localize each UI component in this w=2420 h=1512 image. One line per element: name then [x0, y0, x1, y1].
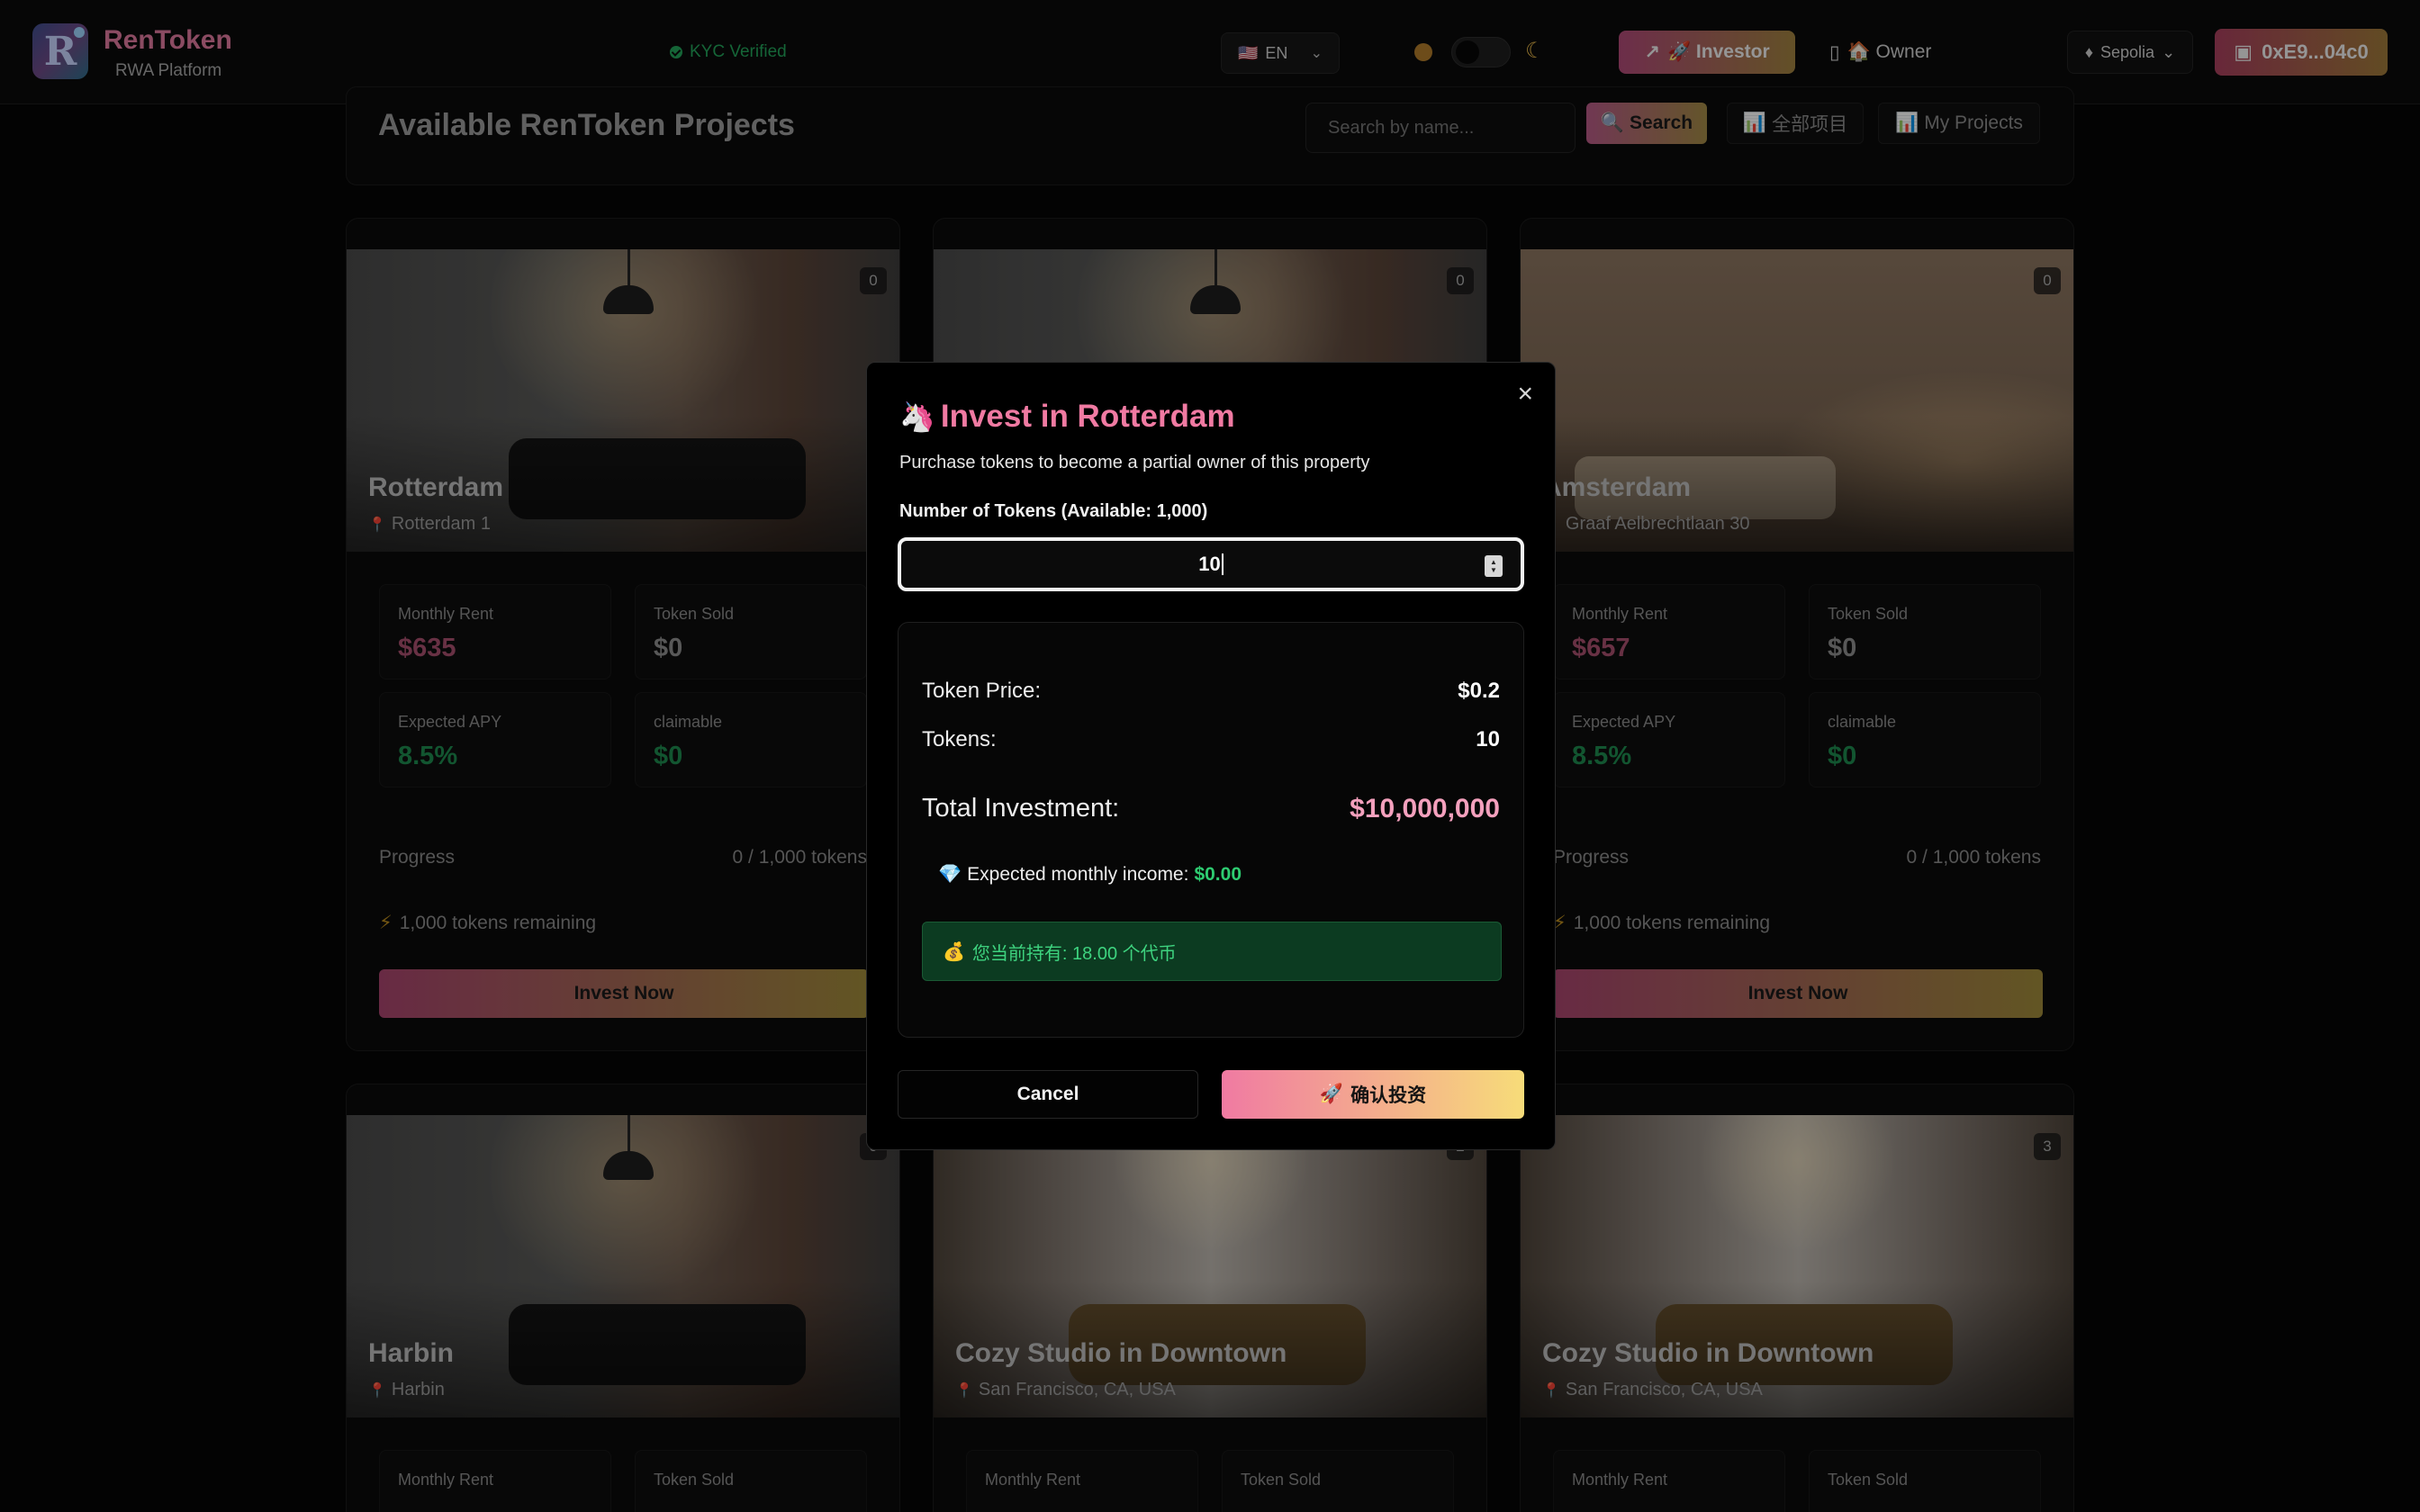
token-quantity-value: 10 [1198, 553, 1221, 575]
investment-summary: Token Price: $0.2 Tokens: 10 Total Inves… [898, 622, 1524, 1038]
confirm-label: 确认投资 [1350, 1085, 1427, 1106]
total-row: Total Investment: $10,000,000 [922, 794, 1500, 824]
total-value: $10,000,000 [1350, 794, 1500, 824]
money-bag-icon: 💰 [943, 941, 965, 962]
token-quantity-input[interactable]: 10 ▲ ▼ [898, 537, 1524, 591]
holding-label: 您当前持有: 18.00 个代币 [971, 943, 1177, 964]
number-stepper[interactable]: ▲ ▼ [1485, 555, 1503, 577]
rocket-icon: 🚀 [1319, 1084, 1344, 1104]
confirm-invest-button[interactable]: 🚀 确认投资 [1222, 1070, 1524, 1119]
gem-icon: 💎 [938, 864, 962, 885]
unicorn-icon: 🦄 [899, 400, 935, 433]
token-price-row: Token Price: $0.2 [922, 679, 1500, 704]
total-label: Total Investment: [922, 794, 1120, 823]
close-icon[interactable]: × [1517, 381, 1533, 408]
text-caret [1221, 554, 1224, 575]
expected-income: 💎 Expected monthly income: $0.00 [938, 864, 1242, 886]
token-price-value: $0.2 [1458, 679, 1500, 703]
modal-subtitle: Purchase tokens to become a partial owne… [899, 453, 1370, 472]
modal-title-label: Invest in Rotterdam [940, 399, 1235, 434]
modal-title: 🦄 Invest in Rotterdam [899, 399, 1235, 435]
token-quantity-label: Number of Tokens (Available: 1,000) [899, 501, 1208, 521]
tokens-row: Tokens: 10 [922, 727, 1500, 752]
current-holding: 💰 您当前持有: 18.00 个代币 [922, 922, 1502, 981]
income-label: Expected monthly income: [967, 864, 1189, 885]
token-price-label: Token Price: [922, 679, 1042, 703]
income-value: $0.00 [1194, 864, 1242, 885]
invest-modal: × 🦄 Invest in Rotterdam Purchase tokens … [866, 362, 1556, 1150]
tokens-value: 10 [1476, 727, 1500, 752]
tokens-label: Tokens: [922, 727, 997, 752]
cancel-button[interactable]: Cancel [898, 1070, 1198, 1119]
